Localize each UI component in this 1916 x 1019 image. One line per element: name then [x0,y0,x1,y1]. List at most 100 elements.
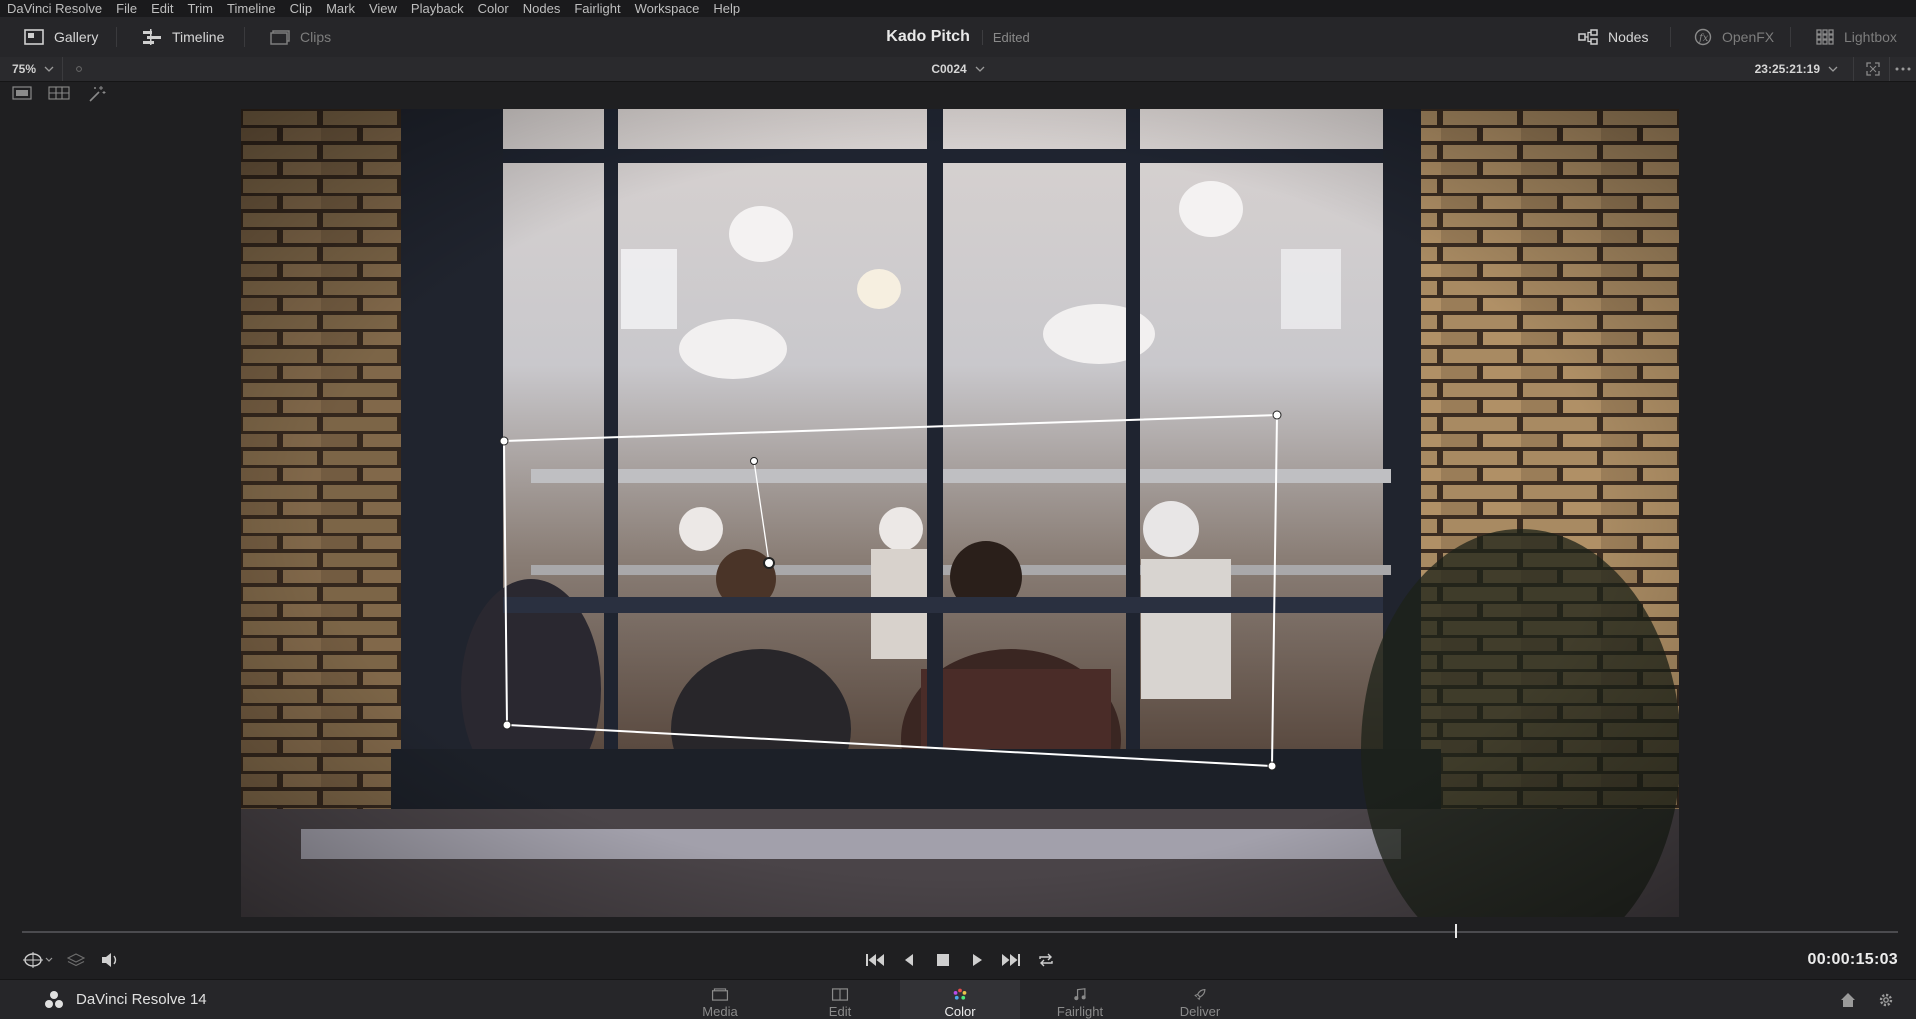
nodes-icon [1578,29,1598,45]
menu-help[interactable]: Help [706,0,747,17]
openfx-icon: fx [1694,28,1712,46]
gallery-button[interactable]: Gallery [24,17,98,57]
source-timecode: 23:25:21:19 [1754,62,1820,76]
clips-button[interactable]: Clips [270,17,331,57]
go-to-start-button[interactable] [862,941,888,979]
menu-edit[interactable]: Edit [144,0,180,17]
menu-trim[interactable]: Trim [181,0,221,17]
menu-bar: DaVinci Resolve File Edit Trim Timeline … [0,0,1916,17]
split-view-icon[interactable] [48,86,70,100]
window-center-handle[interactable] [763,557,775,569]
page-edit-label: Edit [828,1004,852,1019]
viewer-mode-icon [23,952,53,968]
nodes-button[interactable]: Nodes [1578,17,1648,57]
timeline-button[interactable]: Timeline [142,17,224,57]
scrubber-bar[interactable] [22,931,1898,933]
lightbox-icon [1816,29,1834,45]
openfx-label: OpenFX [1722,29,1775,45]
menu-timeline[interactable]: Timeline [220,0,283,17]
go-to-end-button[interactable] [998,941,1024,979]
app-brand: DaVinci Resolve 14 [44,980,207,1019]
gallery-label: Gallery [54,29,99,45]
menu-workspace[interactable]: Workspace [628,0,707,17]
magic-wand-icon[interactable] [88,85,106,103]
media-icon [711,988,729,1001]
page-fairlight[interactable]: Fairlight [1020,980,1140,1019]
menu-playback[interactable]: Playback [404,0,471,17]
chevron-down-icon [1828,66,1838,72]
fullscreen-icon[interactable] [1866,62,1880,76]
lightbox-label: Lightbox [1844,29,1897,45]
window-handle[interactable] [750,457,758,465]
toolbar-divider [244,27,245,47]
step-back-button[interactable] [898,941,920,979]
menu-view[interactable]: View [362,0,404,17]
gallery-icon [24,29,44,45]
davinci-logo-icon [45,990,63,1008]
lightbox-button[interactable]: Lightbox [1816,17,1897,57]
page-media[interactable]: Media [660,980,780,1019]
menu-nodes[interactable]: Nodes [516,0,568,17]
source-timecode-dropdown[interactable]: 23:25:21:19 [1755,57,1838,81]
app-name: DaVinci Resolve 14 [76,991,207,1008]
menu-fairlight[interactable]: Fairlight [567,0,627,17]
menu-davinci-resolve[interactable]: DaVinci Resolve [0,0,109,17]
project-name: Kado Pitch [886,28,970,45]
clip-name: C0024 [931,62,967,76]
clip-name-dropdown[interactable]: C0024 [0,57,1916,81]
more-options-icon[interactable] [1895,67,1911,71]
loop-button[interactable] [1034,941,1058,979]
page-edit[interactable]: Edit [780,980,900,1019]
home-icon [1841,992,1855,1007]
rocket-icon [1194,989,1206,1001]
toolbar-divider [1790,27,1791,47]
settings-button[interactable] [1878,980,1894,1019]
speaker-icon [102,953,117,967]
edit-icon [831,988,849,1001]
play-button[interactable] [966,941,988,979]
menu-color[interactable]: Color [471,0,516,17]
toolbar-divider [116,27,117,47]
window-handle[interactable] [499,436,509,446]
svg-text:fx: fx [1698,33,1709,44]
home-button[interactable] [1840,980,1856,1019]
chevron-down-icon [975,66,985,72]
window-handle[interactable] [1272,410,1282,420]
layers-icon [67,953,85,967]
viewer-tools [0,82,1916,106]
color-icon [953,988,967,1000]
transport-bar: 00:00:15:03 [0,941,1916,979]
page-bar: DaVinci Resolve 14 Media Edit Color Fair… [0,979,1916,1019]
toolbar-divider [1670,27,1671,47]
timeline-label: Timeline [172,29,225,45]
page-deliver[interactable]: Deliver [1140,980,1260,1019]
project-status: Edited [981,29,1030,45]
page-fairlight-label: Fairlight [1056,1004,1104,1019]
loop-icon [1039,953,1053,967]
audio-button[interactable] [98,941,122,979]
stop-button[interactable] [932,941,954,979]
viewer-mode-dropdown[interactable] [18,941,58,979]
menu-clip[interactable]: Clip [283,0,319,17]
page-color[interactable]: Color [900,980,1020,1019]
layers-button[interactable] [64,941,88,979]
menu-mark[interactable]: Mark [319,0,362,17]
single-view-icon[interactable] [12,86,32,100]
clips-icon [270,30,290,45]
skip-forward-icon [1002,954,1020,966]
stop-icon [937,954,949,966]
page-deliver-label: Deliver [1179,1004,1221,1019]
header-divider [1889,57,1890,81]
timeline-icon [143,29,161,45]
clips-label: Clips [300,29,332,45]
power-window-overlay[interactable] [241,109,1679,917]
record-timecode: 00:00:15:03 [1807,951,1898,968]
playhead[interactable] [1455,924,1457,938]
openfx-button[interactable]: fx OpenFX [1694,17,1774,57]
menu-file[interactable]: File [109,0,144,17]
step-back-icon [905,954,913,966]
window-handle[interactable] [502,720,512,730]
window-handle[interactable] [1267,761,1277,771]
top-toolbar: Gallery Timeline Clips Kado Pitch Edited… [0,17,1916,58]
viewer-image[interactable] [241,109,1679,917]
